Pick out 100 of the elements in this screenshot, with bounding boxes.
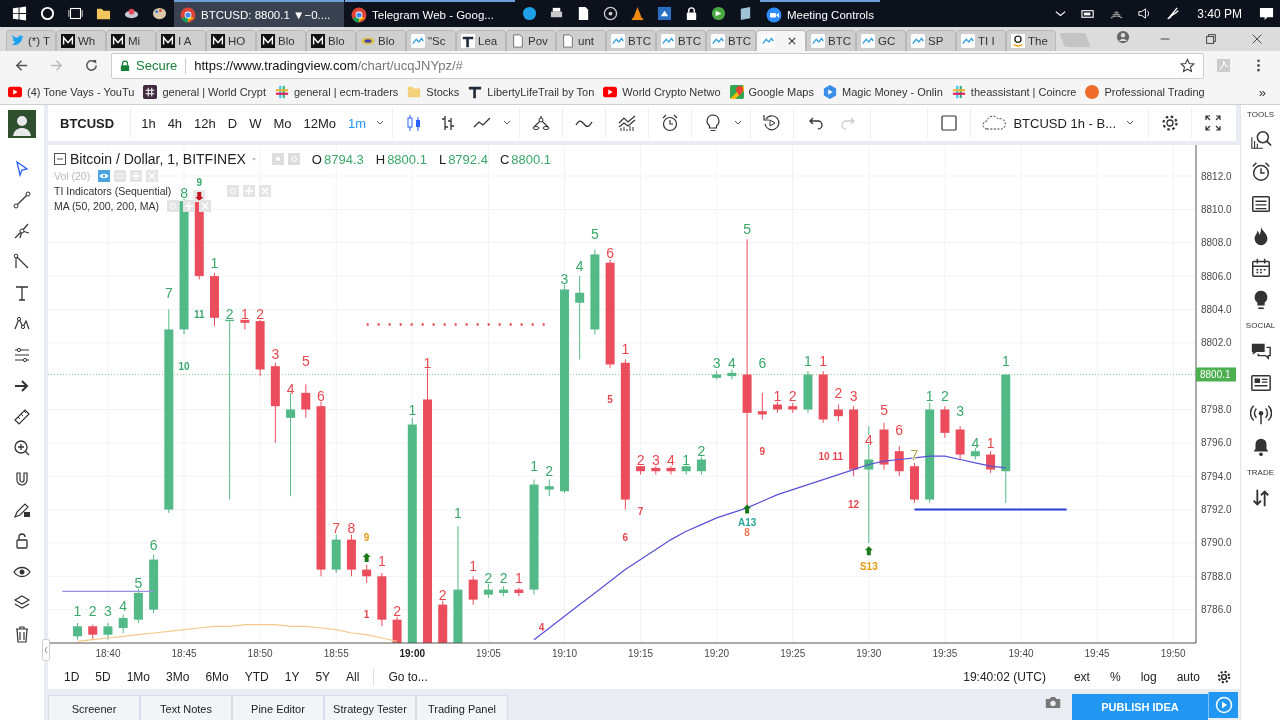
- bookmark[interactable]: Professional Trading: [1085, 85, 1205, 99]
- utc-clock[interactable]: 19:40:02 (UTC): [963, 670, 1046, 684]
- address-field[interactable]: Secure https://www.tradingview.com/chart/ucqJNYpz/#: [111, 52, 1204, 79]
- count-label: 5: [301, 353, 310, 370]
- browser-tab[interactable]: GC: [856, 30, 906, 51]
- count-label: 4: [575, 258, 584, 275]
- browser-tab[interactable]: TI I: [956, 30, 1006, 51]
- range-button[interactable]: 1Y: [276, 666, 308, 688]
- range-button[interactable]: All: [338, 666, 368, 688]
- axis-label: 8812.0: [1201, 170, 1232, 182]
- range-button[interactable]: 1Mo: [118, 666, 159, 688]
- symbol-field[interactable]: BTCUSD: [60, 115, 115, 131]
- axis-label: 8804.0: [1201, 303, 1232, 315]
- count-label: 4: [286, 381, 295, 398]
- count-label: 2: [225, 306, 234, 323]
- panel-tab[interactable]: Pine Editor: [232, 695, 324, 720]
- axis-label: 19:15: [628, 647, 654, 659]
- bookmark[interactable]: general | ecm-traders: [274, 85, 399, 99]
- count-label: 5: [880, 401, 888, 418]
- count-label: 1: [530, 458, 538, 475]
- panel-tab[interactable]: Strategy Tester: [324, 695, 416, 720]
- axis-label: 19:25: [780, 647, 806, 659]
- count-label: 9: [196, 177, 203, 189]
- panel-tab[interactable]: Trading Panel: [416, 695, 508, 720]
- layout-dropdown[interactable]: BTCUSD 1h - B...: [975, 109, 1144, 137]
- interval-button[interactable]: 12h: [188, 109, 222, 137]
- browser-tab[interactable]: Blo: [256, 30, 306, 51]
- range-button[interactable]: 5D: [87, 666, 119, 688]
- count-label: 4: [727, 354, 736, 371]
- count-label: 2: [499, 569, 508, 586]
- browser-tab[interactable]: Blo: [356, 30, 406, 51]
- scale-option-button[interactable]: %: [1099, 666, 1131, 688]
- browser-tab[interactable]: Mi: [106, 30, 156, 51]
- count-label: 1: [408, 401, 417, 418]
- browser-tab[interactable]: Blo: [306, 30, 356, 51]
- browser-tab[interactable]: HO: [206, 30, 256, 51]
- axis-label: 8810.0: [1201, 203, 1232, 215]
- interval-button[interactable]: D: [221, 109, 244, 137]
- browser-tab[interactable]: BTC: [606, 30, 656, 51]
- interval-button[interactable]: 4h: [161, 109, 189, 137]
- count-label: 5: [134, 574, 143, 591]
- interval-button[interactable]: Mo: [267, 109, 298, 137]
- range-button[interactable]: 5Y: [307, 666, 339, 688]
- indicator-name[interactable]: MA (50, 200, 200, MA): [54, 200, 160, 212]
- scale-option-button[interactable]: log: [1130, 666, 1167, 688]
- count-label: 3: [271, 346, 280, 363]
- bookmark[interactable]: LibertyLifeTrail by Ton: [468, 85, 595, 99]
- range-button[interactable]: 3Mo: [158, 666, 198, 688]
- browser-tab[interactable]: I A: [156, 30, 206, 51]
- interval-button[interactable]: 1h: [135, 109, 162, 137]
- taskbar-button[interactable]: BTCUSD: 8800.1 ▼−0....: [174, 0, 344, 27]
- count-label: 3: [956, 403, 965, 420]
- count-label: 3: [651, 451, 660, 468]
- count-label: 1: [377, 553, 386, 570]
- bookmark[interactable]: general | World Crypt: [143, 85, 266, 99]
- bookmark[interactable]: Google Maps: [729, 85, 814, 99]
- bookmark[interactable]: World Crypto Netwo: [603, 85, 721, 99]
- browser-tab[interactable]: Wh: [56, 30, 106, 51]
- range-button[interactable]: YTD: [236, 666, 277, 688]
- bookmark[interactable]: Stocks: [407, 85, 460, 99]
- axis-label: 18:55: [323, 647, 349, 659]
- scale-option-button[interactable]: ext: [1063, 666, 1100, 688]
- range-button[interactable]: 6Mo: [197, 666, 237, 688]
- count-label: 6: [895, 421, 904, 438]
- browser-tab[interactable]: BTC: [806, 30, 856, 51]
- count-label: 5: [607, 394, 613, 405]
- count-label: 1: [621, 341, 630, 358]
- bookmark[interactable]: Magic Money - Onlin: [823, 85, 943, 99]
- count-label: 2: [393, 603, 401, 620]
- axis-label: 19:05: [475, 647, 501, 659]
- axis-label: 8790.0: [1201, 537, 1232, 549]
- count-label: 4: [119, 598, 128, 615]
- browser-tab[interactable]: SP: [906, 30, 956, 51]
- indicator-name[interactable]: TI Indicators (Sequential): [54, 185, 172, 197]
- browser-tab[interactable]: BTC: [706, 30, 756, 51]
- browser-tab[interactable]: (*) T: [6, 30, 56, 51]
- price-value: H 8800.1: [375, 151, 427, 167]
- price-value: O8794.3: [311, 151, 364, 167]
- axis-label: 18:40: [95, 647, 121, 659]
- panel-tab[interactable]: Text Notes: [140, 695, 232, 720]
- bookmark[interactable]: theassistant | Coincre: [951, 85, 1077, 99]
- clock[interactable]: 3:40 PM: [1197, 6, 1242, 21]
- bookmark[interactable]: (4) Tone Vays - YouTu: [8, 85, 135, 99]
- count-label: 6: [758, 354, 767, 371]
- count-label: 6: [317, 388, 325, 405]
- interval-button[interactable]: 12Mo: [297, 109, 343, 137]
- interval-button[interactable]: W: [243, 109, 268, 137]
- count-label: 9: [363, 532, 370, 544]
- panel-tab[interactable]: Screener: [48, 695, 140, 720]
- scale-option-button[interactable]: auto: [1166, 666, 1210, 688]
- range-button[interactable]: 1D: [56, 666, 88, 688]
- browser-tab[interactable]: BTC: [656, 30, 706, 51]
- browser-tab[interactable]: unt: [556, 30, 606, 51]
- browser-tab[interactable]: Pov: [506, 30, 556, 51]
- count-label: 1: [210, 254, 219, 271]
- go-to-button[interactable]: Go to...: [380, 666, 436, 688]
- browser-tab[interactable]: The: [1006, 30, 1056, 51]
- browser-tab[interactable]: "Sc: [406, 30, 456, 51]
- browser-tab[interactable]: Lea: [456, 30, 506, 51]
- more-bookmarks-button[interactable]: »: [1258, 84, 1266, 100]
